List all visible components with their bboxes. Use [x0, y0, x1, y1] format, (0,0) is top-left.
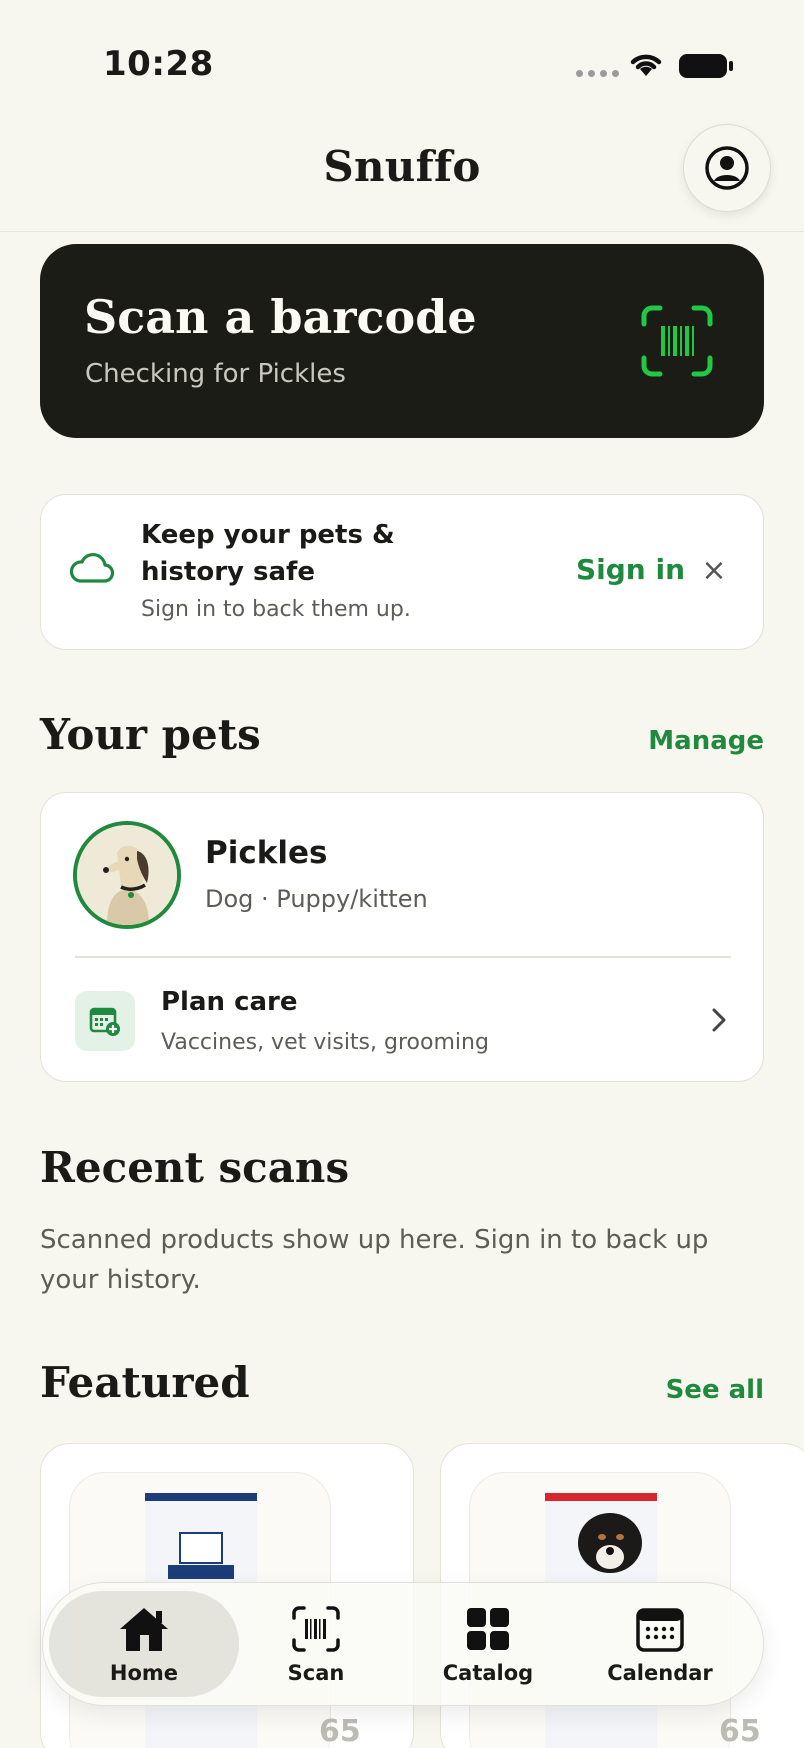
- dog-avatar-image: [77, 825, 177, 925]
- divider: [75, 956, 731, 958]
- bottom-tab-bar: Home Scan Catalog Calendar: [42, 1582, 764, 1706]
- pet-description: Dog · Puppy/kitten: [205, 885, 428, 913]
- home-icon: [120, 1608, 168, 1651]
- scan-card-subtitle: Checking for Pickles: [85, 359, 346, 389]
- tab-catalog[interactable]: Catalog: [413, 1605, 563, 1685]
- calendar-icon: [636, 1608, 684, 1652]
- recent-scans-empty-text: Scanned products show up here. Sign in t…: [40, 1225, 709, 1295]
- profile-button[interactable]: [683, 124, 771, 212]
- app-header: Snuffo: [0, 120, 804, 232]
- your-pets-heading: Your pets: [40, 710, 261, 759]
- grid-icon: [467, 1608, 509, 1650]
- person-circle-icon: [705, 146, 749, 190]
- signal-icon: [576, 70, 619, 77]
- featured-heading: Featured: [40, 1358, 250, 1407]
- manage-pets-link[interactable]: Manage: [648, 726, 764, 756]
- tab-label: Calendar: [607, 1661, 713, 1685]
- wifi-icon: [630, 54, 662, 76]
- scan-barcode-card[interactable]: Scan a barcode Checking for Pickles: [40, 244, 764, 438]
- plan-care-subtitle: Vaccines, vet visits, grooming: [161, 1030, 489, 1055]
- cloud-icon: [69, 552, 115, 583]
- tab-calendar[interactable]: Calendar: [585, 1605, 735, 1685]
- chevron-right-icon[interactable]: [709, 1005, 729, 1035]
- status-time: 10:28: [103, 44, 214, 84]
- calendar-add-icon: [75, 991, 135, 1051]
- signin-banner: Keep your pets & history safe Sign in to…: [40, 494, 764, 650]
- sign-in-link[interactable]: Sign in: [576, 553, 685, 586]
- banner-title: Keep your pets & history safe: [141, 520, 395, 587]
- barcode-scan-icon: [641, 305, 713, 377]
- tab-home[interactable]: Home: [69, 1605, 219, 1685]
- tab-label: Catalog: [442, 1661, 534, 1685]
- pet-card: Pickles Dog · Puppy/kitten Plan care Vac…: [40, 792, 764, 1082]
- pet-avatar[interactable]: [73, 821, 181, 929]
- product-score: 65: [719, 1714, 761, 1748]
- tab-label: Home: [109, 1661, 179, 1685]
- barcode-icon: [292, 1606, 340, 1652]
- see-all-link[interactable]: See all: [666, 1375, 764, 1405]
- close-icon[interactable]: ×: [696, 553, 732, 589]
- plan-care-title[interactable]: Plan care: [161, 987, 298, 1017]
- tab-scan[interactable]: Scan: [241, 1605, 391, 1685]
- recent-scans-heading: Recent scans: [40, 1143, 350, 1192]
- product-score: 65: [319, 1714, 361, 1748]
- banner-subtitle: Sign in to back them up.: [141, 597, 411, 622]
- status-bar: 10:28: [0, 0, 804, 120]
- pet-name[interactable]: Pickles: [205, 835, 327, 871]
- scan-card-title: Scan a barcode: [84, 290, 477, 344]
- tab-label: Scan: [287, 1661, 345, 1685]
- battery-icon: [679, 54, 733, 78]
